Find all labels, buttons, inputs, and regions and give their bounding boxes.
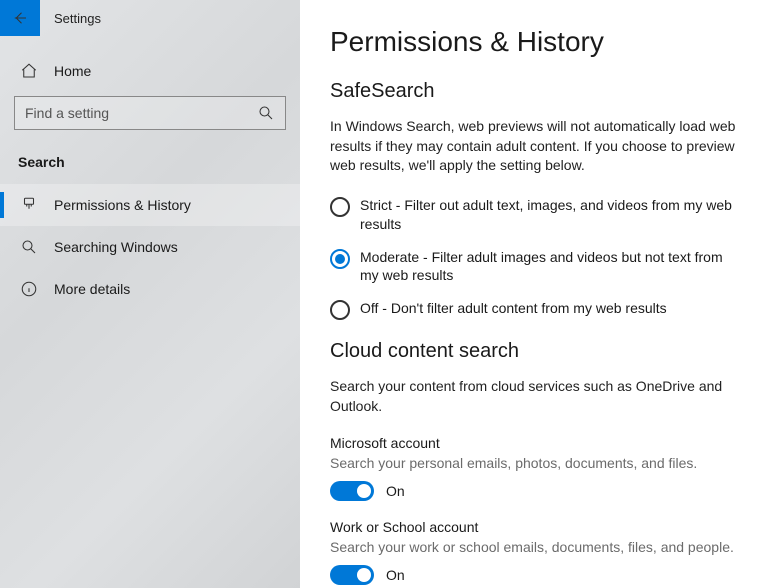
nav-item-permissions-history[interactable]: Permissions & History [0, 184, 300, 226]
nav-home[interactable]: Home [0, 48, 300, 92]
radio-label: Off - Don't filter adult content from my… [360, 299, 667, 318]
radio-moderate[interactable]: Moderate - Filter adult images and video… [330, 248, 738, 286]
ms-account-title: Microsoft account [330, 435, 738, 451]
toggle-knob [357, 484, 371, 498]
ms-account-toggle-label: On [386, 483, 405, 499]
radio-off[interactable]: Off - Don't filter adult content from my… [330, 299, 738, 320]
radio-label: Moderate - Filter adult images and video… [360, 248, 738, 286]
toggle-knob [357, 568, 371, 582]
radio-indicator [330, 249, 350, 269]
work-account-toggle-label: On [386, 567, 405, 583]
safesearch-radio-group: Strict - Filter out adult text, images, … [330, 196, 738, 321]
window-title: Settings [54, 11, 101, 26]
back-button[interactable] [0, 0, 40, 36]
sidebar: Settings Home Search Permissions & Histo… [0, 0, 300, 588]
nav-home-label: Home [54, 63, 91, 79]
work-account-section: Work or School account Search your work … [330, 519, 738, 585]
ms-account-toggle[interactable] [330, 481, 374, 501]
nav-item-searching-windows[interactable]: Searching Windows [0, 226, 300, 268]
safesearch-heading: SafeSearch [330, 80, 738, 103]
work-account-desc: Search your work or school emails, docum… [330, 539, 738, 555]
home-icon [20, 62, 38, 80]
info-icon [20, 280, 38, 298]
work-account-title: Work or School account [330, 519, 738, 535]
nav-item-label: Searching Windows [54, 239, 178, 255]
radio-indicator [330, 197, 350, 217]
microsoft-account-section: Microsoft account Search your personal e… [330, 435, 738, 501]
titlebar: Settings [0, 0, 300, 36]
radio-label: Strict - Filter out adult text, images, … [360, 196, 738, 234]
nav-item-more-details[interactable]: More details [0, 268, 300, 310]
radio-strict[interactable]: Strict - Filter out adult text, images, … [330, 196, 738, 234]
find-setting-searchbox[interactable] [14, 96, 286, 130]
arrow-left-icon [11, 9, 29, 27]
search-icon [20, 238, 38, 256]
search-input[interactable] [25, 105, 257, 121]
ms-account-desc: Search your personal emails, photos, doc… [330, 455, 738, 471]
cloud-description: Search your content from cloud services … [330, 377, 738, 416]
content-pane: Permissions & History SafeSearch In Wind… [300, 0, 768, 588]
permissions-icon [20, 196, 38, 214]
search-icon [257, 104, 275, 122]
radio-indicator [330, 300, 350, 320]
nav-group-search: Search [0, 148, 300, 184]
safesearch-description: In Windows Search, web previews will not… [330, 117, 738, 176]
nav-item-label: Permissions & History [54, 197, 191, 213]
nav-item-label: More details [54, 281, 130, 297]
cloud-heading: Cloud content search [330, 340, 738, 363]
work-account-toggle[interactable] [330, 565, 374, 585]
page-title: Permissions & History [330, 26, 738, 58]
